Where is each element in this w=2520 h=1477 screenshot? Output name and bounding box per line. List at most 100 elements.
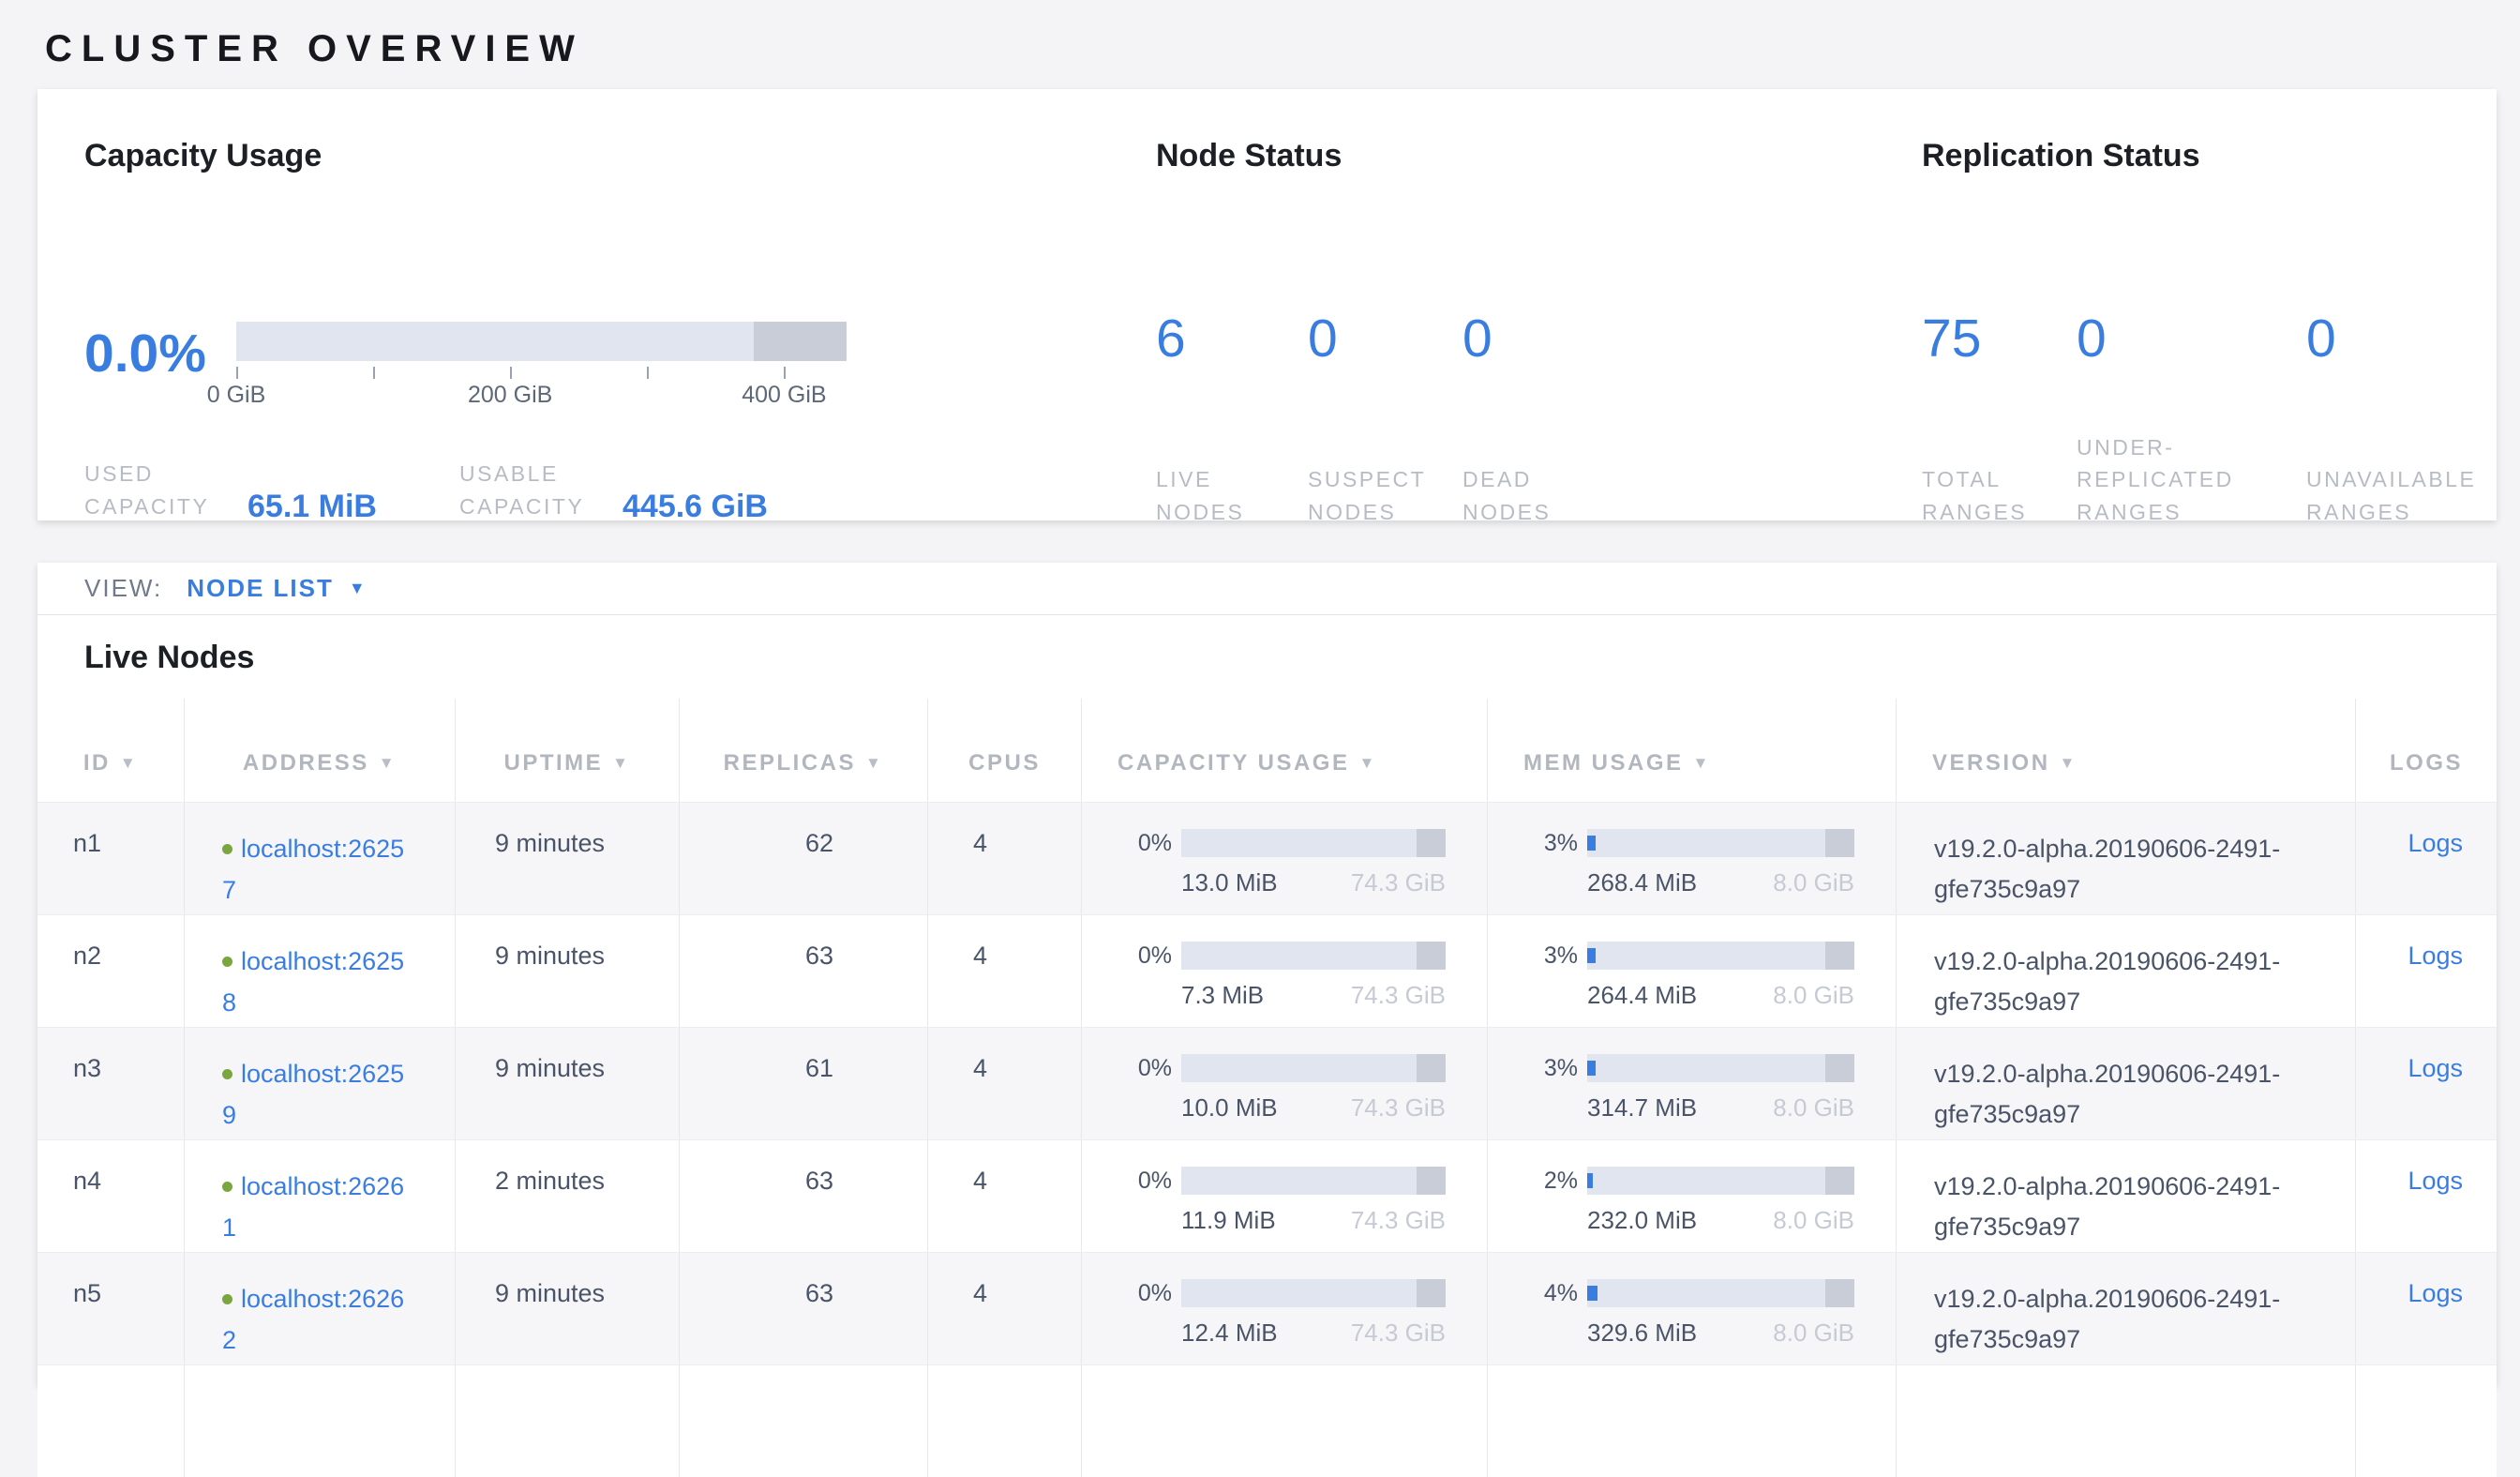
version-cell: v19.2.0-alpha.20190606-2491-gfe735c9a97: [1897, 915, 2356, 1027]
capacity-usage-cell: 0% 7.3 MiB74.3 GiB: [1082, 915, 1488, 1027]
under-replicated-ranges-label: UNDER-REPLICATED RANGES: [2077, 431, 2278, 529]
bar-tail: [1417, 1054, 1446, 1082]
capacity-usage-bar: [1181, 1167, 1446, 1195]
logs-cell: Logs: [2356, 915, 2497, 1027]
logs-link[interactable]: Logs: [2408, 829, 2463, 857]
mem-percent-label: 2%: [1531, 1168, 1578, 1195]
replicas-cell: 63: [680, 915, 928, 1027]
capacity-percent-label: 0%: [1125, 1055, 1172, 1082]
capacity-max-value: 74.3 GiB: [1351, 1319, 1446, 1348]
usable-capacity-value: 445.6 GiB: [622, 489, 768, 525]
replicas-cell: 62: [680, 803, 928, 914]
logs-cell: Logs: [2356, 1140, 2497, 1252]
replicas-cell: 63: [680, 1140, 928, 1252]
logs-cell: Logs: [2356, 803, 2497, 914]
logs-link[interactable]: Logs: [2408, 1279, 2463, 1307]
mem-used-value: 264.4 MiB: [1587, 981, 1697, 1010]
dead-nodes-label: DEAD NODES: [1462, 463, 1584, 528]
unavailable-ranges-value: 0: [2306, 312, 2520, 366]
live-status-dot-icon: [222, 1182, 232, 1192]
suspect-nodes-value: 0: [1308, 312, 1462, 366]
uptime-cell: 9 minutes: [456, 1253, 680, 1364]
unavailable-ranges-label: UNAVAILABLE RANGES: [2306, 463, 2508, 528]
capacity-bar-tail: [754, 322, 847, 361]
live-nodes-value: 6: [1156, 312, 1308, 366]
column-header-capacity-usage[interactable]: CAPACITY USAGE▼: [1082, 699, 1488, 802]
capacity-max-value: 74.3 GiB: [1351, 1206, 1446, 1235]
version-cell: v19.2.0-alpha.20190606-2491-gfe735c9a97: [1897, 1253, 2356, 1364]
sort-arrow-icon: ▼: [1693, 754, 1711, 773]
bar-tail: [1825, 942, 1854, 970]
under-replicated-ranges-value: 0: [2077, 312, 2306, 366]
table-row: n5 localhost:26262 9 minutes 63 4 0% 12.…: [38, 1252, 2497, 1364]
address-cell: localhost:26257: [185, 803, 456, 914]
column-header-replicas[interactable]: REPLICAS▼: [680, 699, 928, 802]
bar-fill: [1587, 948, 1596, 963]
sort-arrow-icon: ▼: [2060, 754, 2078, 773]
capacity-usage-title: Capacity Usage: [84, 138, 322, 174]
capacity-used-value: 13.0 MiB: [1181, 868, 1278, 897]
capacity-bar: 0 GiB 200 GiB 400 GiB: [236, 322, 847, 408]
capacity-usage-bar: [1181, 942, 1446, 970]
dead-nodes-value: 0: [1462, 312, 1641, 366]
cluster-summary-card: Capacity Usage 0.0% 0 GiB 200 GiB: [38, 89, 2497, 520]
logs-link[interactable]: Logs: [2408, 1054, 2463, 1082]
used-capacity-label: USED CAPACITY: [84, 458, 242, 522]
address-link[interactable]: localhost:26259: [222, 1060, 404, 1129]
uptime-cell: 9 minutes: [456, 915, 680, 1027]
view-label: VIEW:: [84, 574, 162, 603]
axis-label-400: 400 GiB: [742, 382, 826, 409]
node-list-card: VIEW: NODE LIST ▼ Live Nodes ID▼ ADDRESS…: [38, 563, 2497, 1385]
cpus-cell: 4: [928, 1028, 1082, 1139]
column-header-version[interactable]: VERSION▼: [1897, 699, 2356, 802]
mem-usage-cell: 3% 264.4 MiB 8.0 GiB: [1488, 915, 1897, 1027]
column-header-mem-usage[interactable]: MEM USAGE▼: [1488, 699, 1897, 802]
mem-usage-bar: [1587, 942, 1854, 970]
column-header-uptime[interactable]: UPTIME▼: [456, 699, 680, 802]
capacity-usage-cell: 0% 11.9 MiB74.3 GiB: [1082, 1140, 1488, 1252]
bar-fill: [1587, 1173, 1593, 1188]
address-link[interactable]: localhost:26262: [222, 1285, 404, 1354]
capacity-percent-label: 0%: [1125, 1280, 1172, 1307]
live-nodes-label: LIVE NODES: [1156, 463, 1278, 528]
version-cell: v19.2.0-alpha.20190606-2491-gfe735c9a97: [1897, 1028, 2356, 1139]
column-header-id[interactable]: ID▼: [38, 699, 185, 802]
bar-tail: [1825, 1279, 1854, 1307]
dropdown-arrow-icon: ▼: [349, 579, 366, 598]
cpus-cell: 4: [928, 803, 1082, 914]
view-selector[interactable]: NODE LIST ▼: [187, 574, 366, 603]
address-cell: localhost:26262: [185, 1253, 456, 1364]
logs-cell: Logs: [2356, 1253, 2497, 1364]
mem-used-value: 232.0 MiB: [1587, 1206, 1697, 1235]
capacity-percent-label: 0%: [1125, 830, 1172, 857]
table-row: n2 localhost:26258 9 minutes 63 4 0% 7.3…: [38, 914, 2497, 1027]
mem-max-value: 8.0 GiB: [1773, 981, 1854, 1010]
table-row: n4 localhost:26261 2 minutes 63 4 0% 11.…: [38, 1139, 2497, 1252]
view-selected-value: NODE LIST: [187, 574, 334, 603]
address-link[interactable]: localhost:26261: [222, 1172, 404, 1242]
mem-percent-label: 3%: [1531, 942, 1578, 970]
version-cell: v19.2.0-alpha.20190606-2491-gfe735c9a97: [1897, 1140, 2356, 1252]
mem-percent-label: 3%: [1531, 830, 1578, 857]
bar-tail: [1825, 1167, 1854, 1195]
capacity-usage-cell: 0% 10.0 MiB74.3 GiB: [1082, 1028, 1488, 1139]
capacity-percent-label: 0%: [1125, 1168, 1172, 1195]
logs-link[interactable]: Logs: [2408, 942, 2463, 970]
address-link[interactable]: localhost:26257: [222, 835, 404, 904]
sort-arrow-icon: ▼: [612, 754, 630, 773]
replication-status-section: Replication Status 75 0 0 TOTAL RANGES U…: [1922, 89, 2497, 520]
capacity-max-value: 74.3 GiB: [1351, 981, 1446, 1010]
column-header-address[interactable]: ADDRESS▼: [185, 699, 456, 802]
logs-link[interactable]: Logs: [2408, 1167, 2463, 1195]
address-link[interactable]: localhost:26258: [222, 947, 404, 1017]
mem-max-value: 8.0 GiB: [1773, 1093, 1854, 1123]
node-status-section: Node Status 6 0 0 LIVE NODES SUSPECT NOD…: [1156, 89, 1922, 520]
live-status-dot-icon: [222, 844, 232, 854]
capacity-usage-cell: 0% 12.4 MiB74.3 GiB: [1082, 1253, 1488, 1364]
page-title: CLUSTER OVERVIEW: [0, 0, 2520, 70]
bar-tail: [1825, 1054, 1854, 1082]
table-row: n3 localhost:26259 9 minutes 61 4 0% 10.…: [38, 1027, 2497, 1139]
mem-percent-label: 4%: [1531, 1280, 1578, 1307]
mem-used-value: 329.6 MiB: [1587, 1319, 1697, 1348]
capacity-used-value: 10.0 MiB: [1181, 1093, 1278, 1123]
